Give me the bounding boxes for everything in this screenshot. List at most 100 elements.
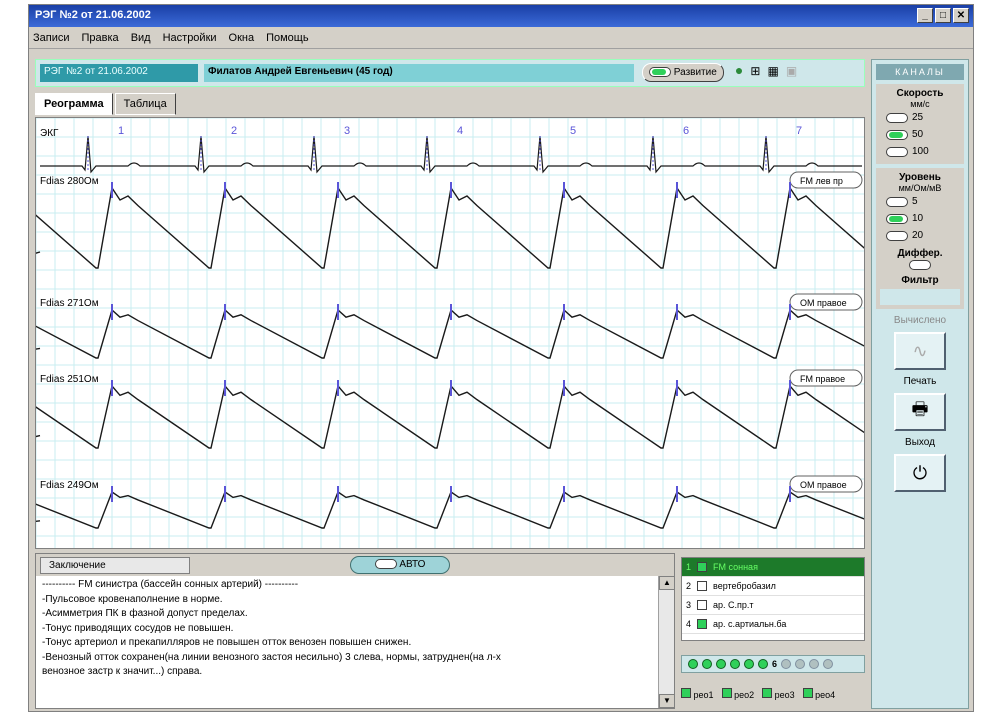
menu-item-help[interactable]: Помощь [266, 32, 309, 44]
led-indicator[interactable] [781, 659, 792, 669]
amp-sub: мм/Ом/мВ [898, 183, 942, 193]
lead-name: вертебробазил [713, 581, 776, 591]
toggle-icon[interactable] [886, 112, 908, 123]
analysis-toggle-button[interactable]: Развитие [642, 63, 724, 82]
record-id: РЭГ №2 от 21.06.2002 [40, 64, 198, 82]
print-button[interactable]: 🖶 [894, 393, 946, 431]
amp-title: Уровень [899, 172, 941, 183]
channel-tag-label: FM правое [800, 374, 845, 384]
channel-tag-label: OM правое [800, 480, 847, 490]
menu-item-view[interactable]: Вид [131, 32, 151, 44]
channel-tag-label: FM лев пр [800, 176, 843, 186]
speed-value: 50 [912, 129, 924, 140]
printer-icon: 🖶 [911, 399, 929, 419]
led-indicator[interactable] [795, 659, 806, 669]
channel-label: Fdias 249Ом [40, 480, 99, 491]
checkbox[interactable] [681, 688, 691, 698]
checkbox[interactable] [762, 688, 773, 698]
rheo-option-3[interactable]: рео3 [762, 688, 795, 700]
lead-number: 2 [686, 581, 692, 591]
checkbox[interactable] [721, 688, 732, 698]
channel-tag[interactable]: OM правое [789, 475, 863, 493]
speed-option[interactable]: 50 [880, 126, 960, 143]
beat-number: 5 [570, 125, 576, 137]
grid-icon[interactable]: ▦ [768, 64, 779, 78]
settings-icon[interactable]: ▣ [786, 64, 797, 78]
amp-option[interactable]: 20 [880, 227, 960, 244]
channel-tag[interactable]: OM правое [789, 293, 863, 311]
rheogram-chart[interactable]: ЭКГ 1 2 3 4 5 6 7 Fdias 280Ом FM лев пр Fdias 271О… [35, 117, 865, 549]
rheo-label: рео1 [693, 690, 714, 700]
led-indicator[interactable] [758, 659, 768, 669]
lead-name: FM сонная [713, 562, 758, 572]
toggle-icon[interactable] [886, 146, 908, 157]
measure-icon: ∿ [912, 340, 928, 361]
conclusion-text[interactable]: ---------- FM синистра (бассейн сонных а… [36, 576, 656, 682]
speed-option[interactable]: 25 [880, 109, 960, 126]
toggle-icon[interactable] [886, 213, 908, 224]
menu-item-settings[interactable]: Настройки [163, 32, 217, 44]
led-indicator[interactable] [716, 659, 726, 669]
globe-icon[interactable]: ● [735, 62, 743, 78]
scroll-down-icon[interactable]: ▼ [659, 694, 675, 708]
lead-number: 1 [686, 562, 692, 572]
measure-label: Вычислено [893, 315, 947, 326]
measure-button[interactable]: ∿ [894, 332, 946, 370]
led-indicator[interactable] [809, 659, 820, 669]
lead-checkbox[interactable] [697, 600, 708, 610]
lead-item[interactable]: 3 ар. С.пр.т [682, 596, 864, 615]
scroll-up-icon[interactable]: ▲ [659, 576, 675, 590]
amp-value: 5 [912, 196, 918, 207]
rheo-option-2[interactable]: рео2 [721, 688, 754, 700]
rheo-option-4[interactable]: рео4 [802, 688, 835, 700]
led-indicator[interactable] [702, 659, 712, 669]
close-button[interactable]: ✕ [953, 8, 969, 23]
lead-checkbox[interactable] [697, 619, 708, 629]
app-window: РЭГ №2 от 21.06.2002 _ □ ✕ Записи Правка… [28, 4, 974, 712]
maximize-button[interactable]: □ [935, 8, 951, 23]
auto-button[interactable]: АВТО [350, 556, 450, 574]
filter-field[interactable] [880, 289, 960, 305]
lead-item[interactable]: 4 ар. с.артиальн.ба [682, 615, 864, 634]
power-icon: ⏻ [912, 462, 928, 483]
conclusion-line: -Пульсовое кровенаполнение в норме. [42, 593, 223, 605]
conclusion-scrollbar[interactable]: ▲ ▼ [658, 576, 675, 708]
toggle-icon[interactable] [886, 129, 908, 140]
rheo-trace [36, 186, 864, 269]
lead-item[interactable]: 2 вертебробазил [682, 577, 864, 596]
lead-checkbox[interactable] [697, 581, 708, 591]
tab-table[interactable]: Таблица [114, 93, 176, 115]
print-label: Печать [903, 376, 937, 387]
lead-checkbox[interactable] [697, 562, 708, 572]
filter-icon[interactable]: ⊞ [750, 64, 760, 78]
lead-item[interactable]: 1 FM сонная [682, 558, 864, 577]
amp-option[interactable]: 5 [880, 193, 960, 210]
speed-unit: мм/с [910, 99, 930, 109]
led-indicator[interactable] [744, 659, 754, 669]
checkbox[interactable] [802, 688, 813, 698]
led-indicator[interactable] [823, 659, 834, 669]
channel-label: Fdias 280Ом [40, 176, 99, 187]
led-indicator[interactable] [688, 659, 698, 669]
rheogram-svg: ЭКГ 1 2 3 4 5 6 7 Fdias 280Ом FM лев пр Fdias 271О… [36, 118, 864, 548]
beat-number: 7 [796, 125, 802, 137]
conclusion-tab[interactable]: Заключение [40, 556, 190, 574]
menu-item-records[interactable]: Записи [33, 32, 70, 44]
rheo-option-1[interactable]: рео1 [681, 688, 714, 700]
tab-rheogram[interactable]: Реограмма [35, 93, 113, 115]
lead-name: ар. с.артиальн.ба [713, 619, 787, 629]
channel-tag[interactable]: FM лев пр [789, 171, 863, 189]
menu-item-windows[interactable]: Окна [229, 32, 255, 44]
minimize-button[interactable]: _ [917, 8, 933, 23]
speed-value: 25 [912, 112, 924, 123]
amp-option[interactable]: 10 [880, 210, 960, 227]
toggle-icon[interactable] [886, 196, 908, 207]
speed-option[interactable]: 100 [880, 143, 960, 160]
channel-tag[interactable]: FM правое [789, 369, 863, 387]
menu-item-edit[interactable]: Правка [82, 32, 119, 44]
patient-bar: РЭГ №2 от 21.06.2002 Филатов Андрей Евге… [35, 59, 865, 87]
led-indicator[interactable] [730, 659, 740, 669]
exit-button[interactable]: ⏻ [894, 454, 946, 492]
diff-toggle-icon[interactable] [909, 260, 931, 271]
toggle-icon[interactable] [886, 230, 908, 241]
